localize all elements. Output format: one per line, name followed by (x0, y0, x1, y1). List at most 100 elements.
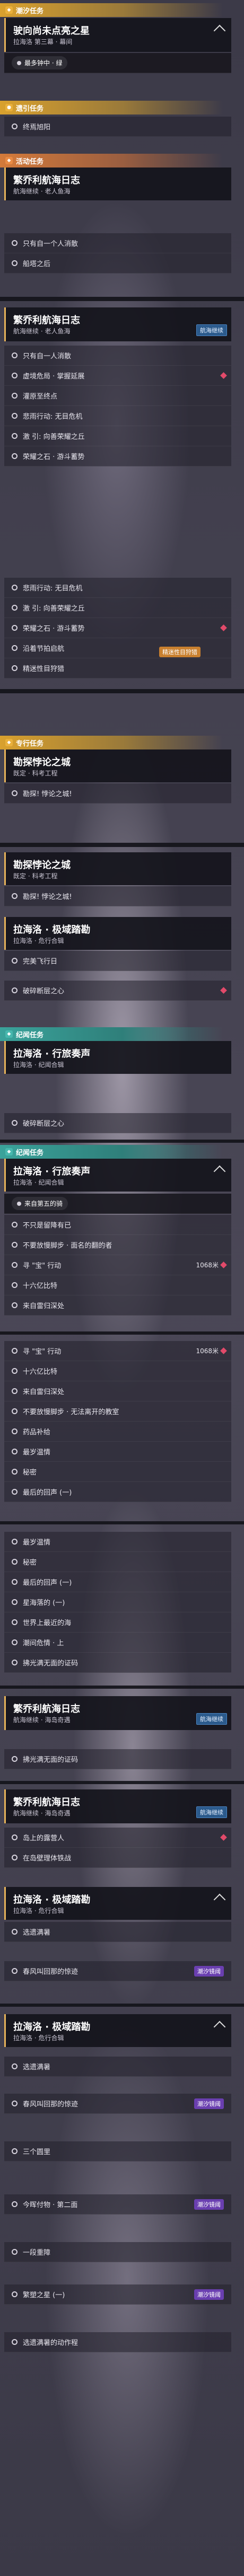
quest-label: 寻 "宝" 行动 (23, 1262, 62, 1270)
circle-icon (12, 1282, 18, 1288)
circle-icon (12, 585, 18, 590)
quest-label: 最后的回声 (一) (23, 1579, 72, 1587)
section-header-chronicle: ◆ 纪闻任务 (0, 1027, 223, 1041)
quest-card[interactable]: 繁乔利航海日志 航海继续 · 老人鱼海 航海继续 (4, 307, 231, 341)
quest-item[interactable]: 春风叫回那的惊迹 潮汐镜阈 (4, 2094, 231, 2114)
quest-item[interactable]: 破碎断层之心 (4, 1113, 231, 1133)
circle-icon (12, 1968, 18, 1974)
circle-icon (12, 1368, 18, 1374)
section-header-legacy: ● 遗引任务 (0, 101, 223, 114)
quest-item[interactable]: 最岁温情 (4, 1442, 231, 1462)
quest-card[interactable]: 拉海洛 · 极域踏勘 拉海洛 · 危行合辑 (4, 917, 231, 950)
quest-card[interactable]: 勘探悖论之城 既定 · 科考工程 (4, 852, 231, 885)
quest-card[interactable]: 拉海洛 · 行旅奏声 拉海洛 · 纪闻合辑 (4, 1041, 231, 1074)
special-icon: ◆ (5, 739, 13, 746)
tide-badge[interactable]: 潮汐镜阈 (194, 2199, 224, 2210)
quest-card[interactable]: 勘探悖论之城 既定 · 科考工程 (4, 749, 231, 782)
quest-item[interactable]: 药品补给 (4, 1422, 231, 1442)
quest-card[interactable]: 拉海洛 · 极域踏勘 拉海洛 · 危行合辑 (4, 1887, 231, 1920)
quest-item[interactable]: 星海落的 (一) (4, 1592, 231, 1612)
quest-item[interactable]: 船塔之后 (4, 253, 231, 274)
quest-item[interactable]: 荣耀之石 · 游斗蓄势 (4, 446, 231, 466)
quest-step[interactable]: 最多钟中 · 绿 (4, 53, 231, 73)
circle-icon (12, 260, 18, 266)
quest-item[interactable]: 秘密 (4, 1552, 231, 1572)
tide-badge[interactable]: 潮汐镜阈 (194, 1965, 224, 1977)
quest-item[interactable]: 十六亿比特 (4, 1275, 231, 1295)
quest-item[interactable]: 最后的回声 (一) (4, 1482, 231, 1502)
circle-icon (12, 240, 18, 246)
quest-item[interactable]: 寻 "宝" 行动 1068米 (4, 1341, 231, 1361)
quest-item[interactable]: 选遗满暑 (4, 1922, 231, 1942)
quest-item[interactable]: 选遗满暑的动作程 (4, 2332, 231, 2352)
tide-badge[interactable]: 潮汐镜阈 (194, 2289, 224, 2300)
quest-item[interactable]: 春风叫回那的惊迹 潮汐镜阈 (4, 1961, 231, 1981)
chronicle-icon: ◆ (5, 1030, 13, 1038)
quest-item[interactable]: 拂光满无面的证码 (4, 1749, 231, 1769)
quest-item[interactable]: 灌原至终点 (4, 386, 231, 406)
chevron-up-icon[interactable] (213, 1893, 226, 1906)
event-badge[interactable]: 精迷性目狩猎 (159, 647, 201, 657)
chevron-up-icon[interactable] (213, 1165, 226, 1178)
quest-card[interactable]: 拉海洛 · 极域踏勘 拉海洛 · 危行合辑 (4, 2014, 231, 2047)
quest-card[interactable]: 拉海洛 · 行旅奏声 拉海洛 · 纪闻合辑 (4, 1159, 231, 1192)
tide-badge[interactable]: 潮汐镜阈 (194, 2098, 224, 2109)
quest-label: 不要放慢脚步 · 面名的翻的者 (23, 1242, 112, 1250)
quest-item[interactable]: 三个圆里 (4, 2141, 231, 2162)
quest-item[interactable]: 十六亿比特 (4, 1361, 231, 1381)
quest-item[interactable]: 今晖付物 · 第二面 潮汐镜阈 (4, 2194, 231, 2215)
chevron-up-icon[interactable] (213, 24, 226, 37)
quest-item[interactable]: 激 引: 向善荣耀之丘 (4, 426, 231, 446)
quest-item[interactable]: 选遗满暑 (4, 2057, 231, 2077)
quest-item[interactable]: 只有自一个人消散 (4, 233, 231, 253)
circle-icon (12, 1242, 18, 1248)
quest-item[interactable]: 最后的回声 (一) (4, 1572, 231, 1592)
quest-label: 精迷性目狩猎 (23, 665, 65, 673)
quest-item[interactable]: 不要放慢脚步 · 无法离开的教室 (4, 1401, 231, 1422)
quest-title: 繁乔利航海日志 (13, 175, 80, 186)
section-header-event: ◆ 活动任务 (0, 154, 223, 167)
quest-item[interactable]: 终焉旭阳 (4, 117, 231, 137)
quest-label: 只有自一人消散 (23, 352, 72, 360)
quest-item[interactable]: 寻 "宝" 行动 1068米 (4, 1255, 231, 1275)
quest-card[interactable]: 繁乔利航海日志 航海继续 · 老人鱼海 (4, 167, 231, 200)
quest-item[interactable]: 一段重障 (4, 2242, 231, 2262)
quest-item[interactable]: 破碎断层之心 (4, 981, 231, 1001)
quest-item[interactable]: 勘探! 悖论之城! (4, 886, 231, 906)
quest-item[interactable]: 悲雨行动: 无目危机 (4, 578, 231, 598)
quest-item[interactable]: 世界上最近的海 (4, 1612, 231, 1633)
quest-card[interactable]: 繁乔利航海日志 航海继续 · 海岛奇遇 航海继续 (4, 1696, 231, 1730)
circle-icon (12, 645, 18, 651)
marker-diamond-icon (220, 624, 227, 631)
quest-step[interactable]: 来自第五的骑 (4, 1194, 231, 1214)
circle-icon (12, 1929, 18, 1935)
quest-item[interactable]: 精迷性目狩猎 (4, 658, 231, 678)
quest-item[interactable]: 潮间危情 · 上 (4, 1633, 231, 1653)
quest-item[interactable]: 来自雷归深处 (4, 1295, 231, 1316)
quest-item[interactable]: 完美飞行日 (4, 951, 231, 971)
quest-item[interactable]: 虚境危局 · 掌握延展 (4, 366, 231, 386)
quest-label: 荣耀之石 · 游斗蓄势 (23, 625, 85, 633)
quest-item[interactable]: 激 引: 向善荣耀之丘 (4, 598, 231, 618)
quest-item[interactable]: 不要放慢脚步 · 面名的翻的者 (4, 1235, 231, 1255)
quest-card[interactable]: 驶向尚未点亮之星 拉海洛 第三幕 · 幕间 (4, 18, 231, 52)
quest-label: 激 引: 向善荣耀之丘 (23, 605, 85, 613)
quest-item[interactable]: 岛上的露营人 (4, 1828, 231, 1848)
quest-subtitle: 拉海洛 · 危行合辑 (13, 937, 64, 945)
quest-item[interactable]: 来自雷归深处 (4, 1381, 231, 1401)
quest-item[interactable]: 悲雨行动: 无目危机 (4, 406, 231, 426)
quest-item[interactable]: 只有自一人消散 (4, 346, 231, 366)
quest-card[interactable]: 繁乔利航海日志 航海继续 · 海岛奇遇 航海继续 (4, 1789, 231, 1823)
quest-label: 完美飞行日 (23, 958, 58, 966)
quest-item[interactable]: 最岁温情 (4, 1532, 231, 1552)
chevron-up-icon[interactable] (213, 2021, 226, 2033)
circle-icon (12, 2249, 18, 2255)
quest-item[interactable]: 在岛壁理体铁战 (4, 1848, 231, 1868)
quest-label: 虚境危局 · 掌握延展 (23, 373, 85, 381)
quest-item[interactable]: 荣耀之石 · 游斗蓄势 (4, 618, 231, 638)
quest-item[interactable]: 勘探! 悖论之城! (4, 783, 231, 804)
quest-item[interactable]: 不只是留降有已 (4, 1215, 231, 1235)
quest-item[interactable]: 拂光满无面的证码 (4, 1653, 231, 1673)
quest-item[interactable]: 秘密 (4, 1462, 231, 1482)
quest-item[interactable]: 繁塑之星 (一) 潮汐镜阈 (4, 2284, 231, 2305)
